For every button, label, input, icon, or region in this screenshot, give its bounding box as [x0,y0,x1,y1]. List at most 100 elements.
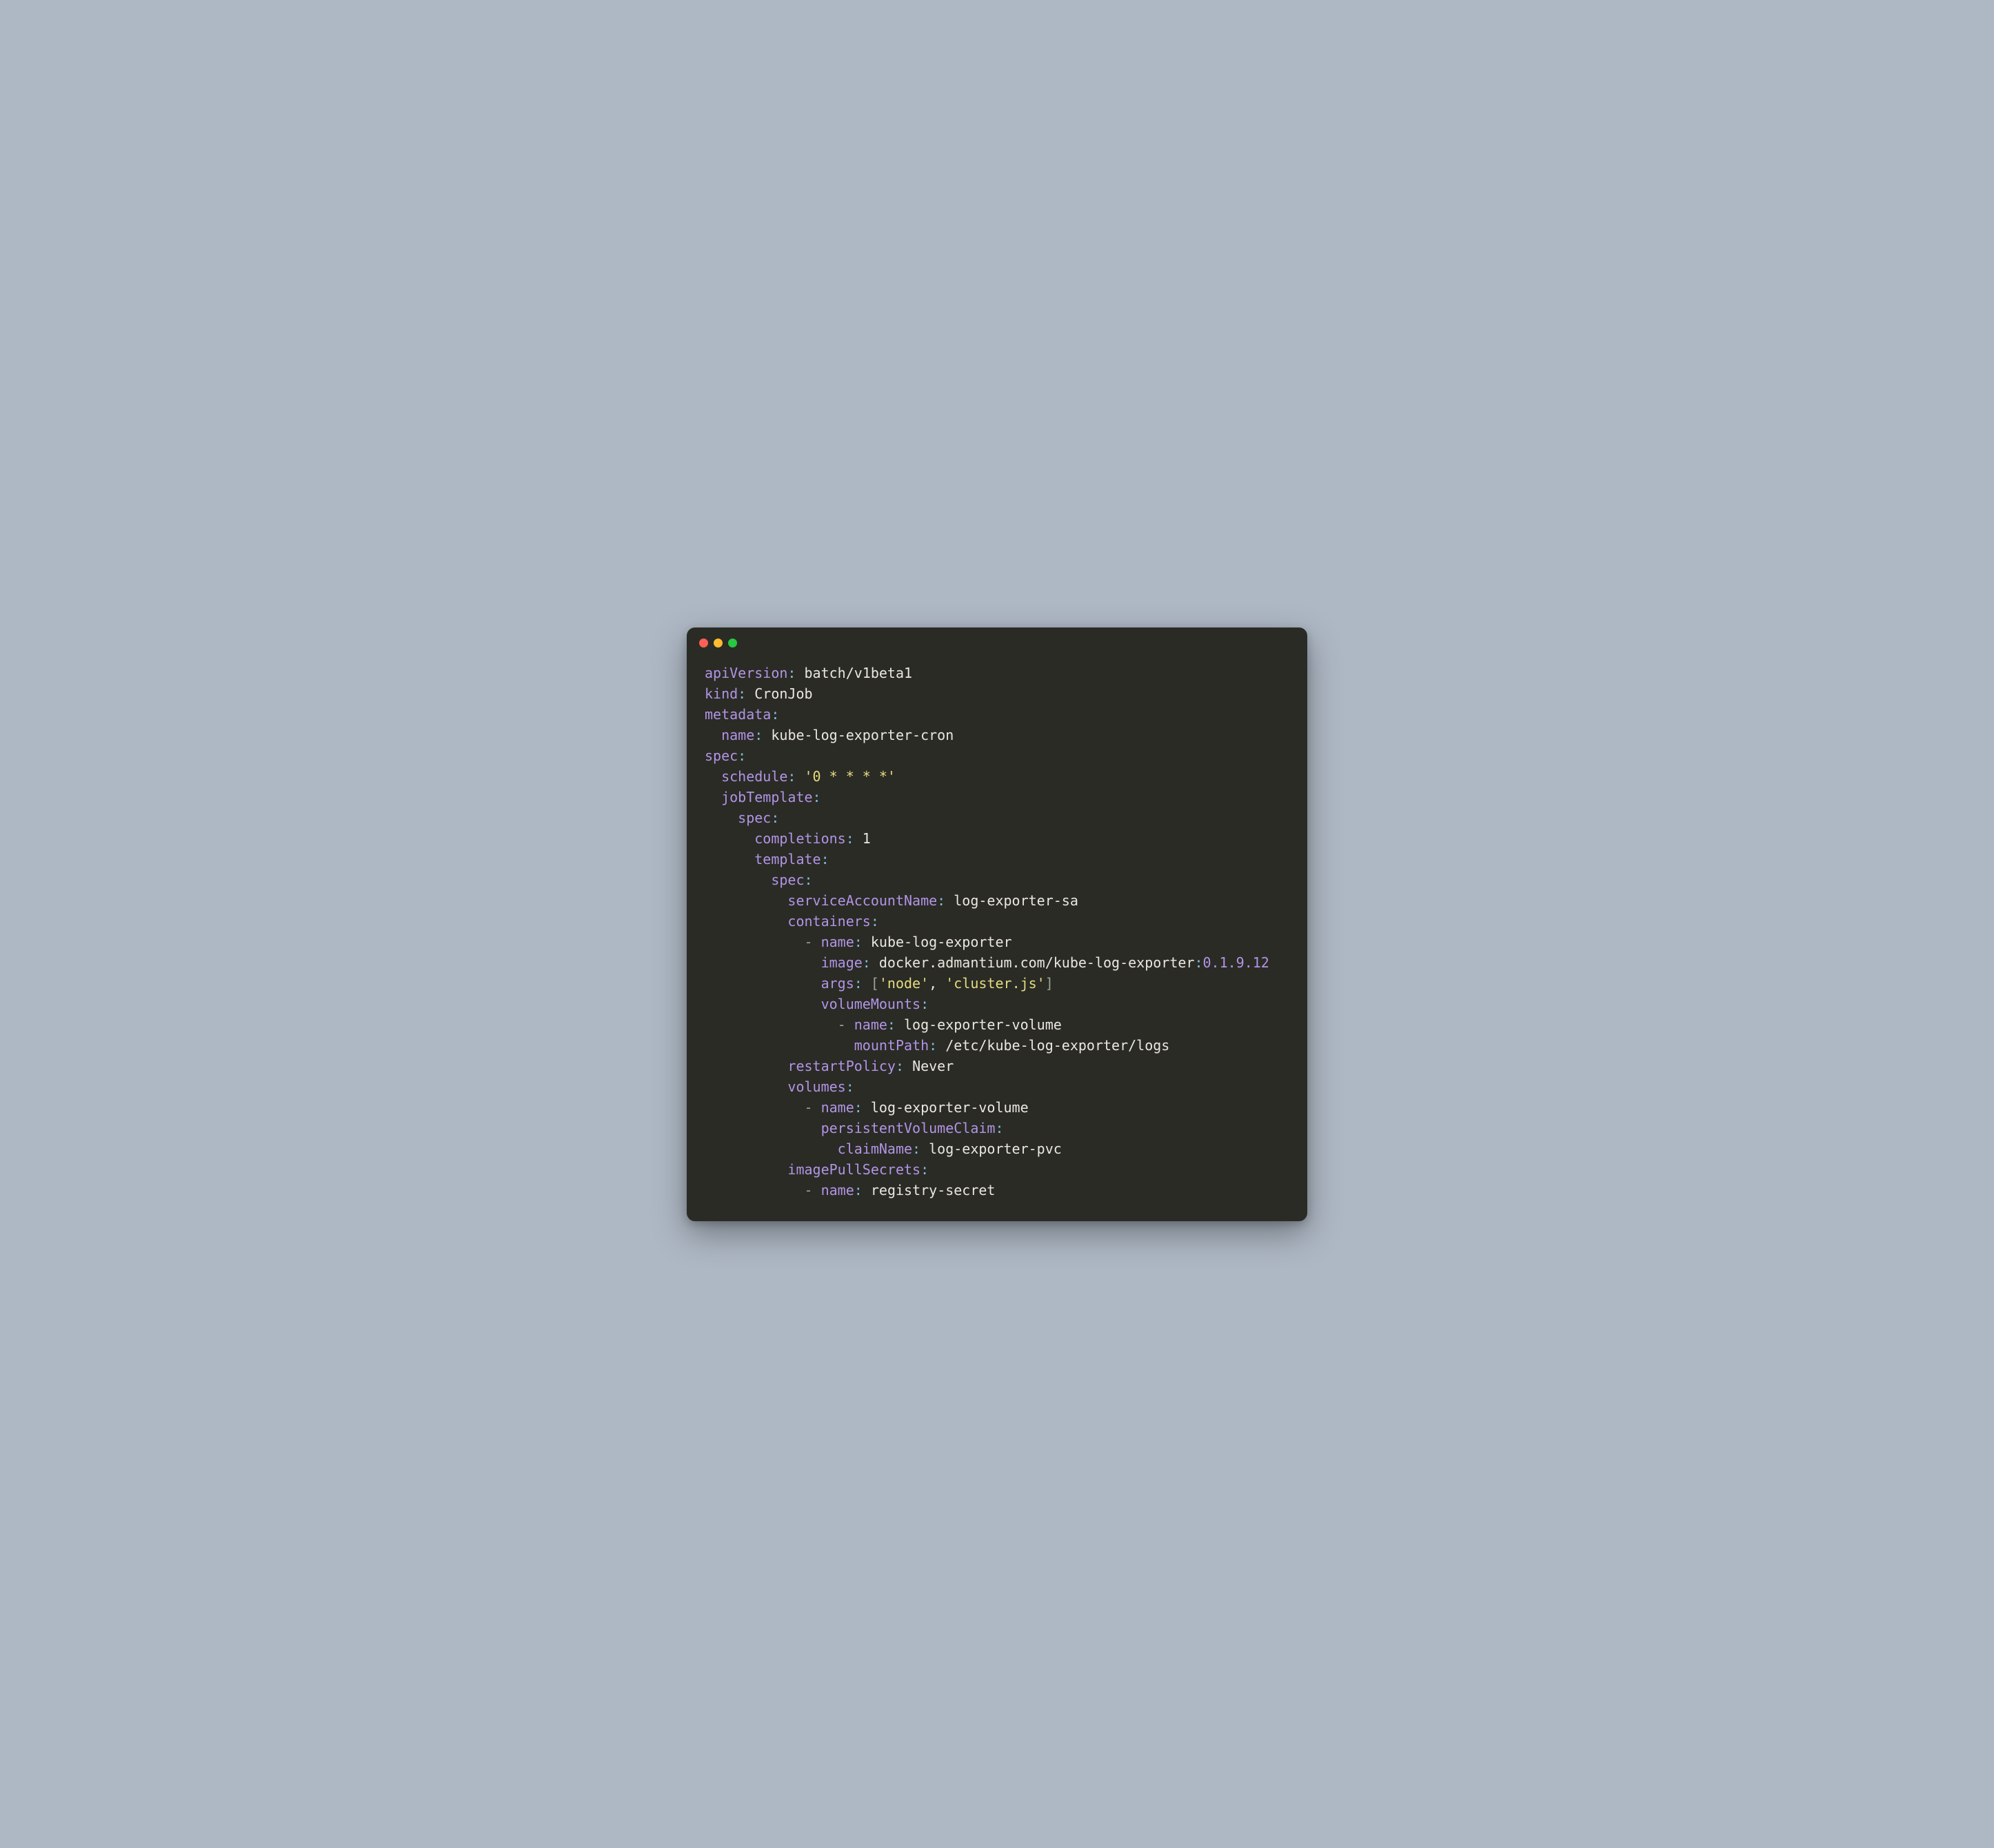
colon: : [871,913,879,930]
yaml-line: kind: CronJob [705,685,813,702]
colon: : [738,685,746,702]
yaml-line: persistentVolumeClaim: [705,1120,1004,1136]
bracket: [ [871,975,879,992]
yaml-value: docker.admantium.com/kube-log-exporter [879,954,1195,971]
yaml-value: log-exporter-pvc [929,1141,1062,1157]
dash: - [838,1016,846,1033]
yaml-key: name [854,1016,887,1033]
yaml-line: serviceAccountName: log-exporter-sa [705,892,1078,909]
colon: : [805,872,813,888]
yaml-line: schedule: '0 * * * *' [705,768,896,785]
yaml-value: log-exporter-sa [954,892,1078,909]
colon: : [920,1161,929,1178]
yaml-key: args [821,975,854,992]
yaml-line: spec: [705,747,746,764]
bracket: ] [1045,975,1054,992]
colon: : [912,1141,920,1157]
minimize-icon[interactable] [714,639,723,647]
yaml-key: name [821,934,854,950]
yaml-line: metadata: [705,706,779,723]
colon: : [854,1099,863,1116]
yaml-line: template: [705,851,829,867]
colon: : [738,747,746,764]
colon: : [929,1037,937,1054]
yaml-line: image: docker.admantium.com/kube-log-exp… [705,954,1269,971]
colon: : [787,768,796,785]
yaml-key: imagePullSecrets [787,1161,920,1178]
colon: : [1194,954,1202,971]
yaml-line: args: ['node', 'cluster.js'] [705,975,1054,992]
yaml-key: claimName [838,1141,912,1157]
yaml-key: spec [738,810,771,826]
yaml-line: name: kube-log-exporter-cron [705,727,954,743]
yaml-line: - name: registry-secret [705,1182,995,1198]
yaml-key: volumeMounts [821,996,921,1012]
yaml-key: apiVersion [705,665,787,681]
code-window: apiVersion: batch/v1beta1 kind: CronJob … [687,627,1307,1221]
yaml-line: imagePullSecrets: [705,1161,929,1178]
yaml-key: name [821,1099,854,1116]
colon: : [821,851,829,867]
yaml-line: containers: [705,913,879,930]
yaml-line: volumes: [705,1078,854,1095]
maximize-icon[interactable] [728,639,737,647]
yaml-line: apiVersion: batch/v1beta1 [705,665,912,681]
yaml-value: registry-secret [871,1182,996,1198]
yaml-value: 1 [863,830,871,847]
yaml-key: jobTemplate [721,789,812,805]
yaml-key: template [754,851,820,867]
yaml-key: restartPolicy [787,1058,896,1074]
yaml-value: CronJob [754,685,812,702]
colon: : [754,727,763,743]
colon: : [937,892,945,909]
yaml-value: log-exporter-volume [904,1016,1062,1033]
yaml-key: completions [754,830,845,847]
yaml-value: log-exporter-volume [871,1099,1029,1116]
yaml-key: containers [787,913,870,930]
yaml-key: name [821,1182,854,1198]
close-icon[interactable] [699,639,708,647]
colon: : [771,810,779,826]
colon: : [787,665,796,681]
yaml-value: Never [912,1058,954,1074]
colon: : [854,1182,863,1198]
colon: : [920,996,929,1012]
yaml-key: serviceAccountName [787,892,937,909]
colon: : [887,1016,896,1033]
colon: : [995,1120,1003,1136]
yaml-line: restartPolicy: Never [705,1058,954,1074]
yaml-key: image [821,954,863,971]
comma: , [929,975,937,992]
yaml-key: schedule [721,768,787,785]
colon: : [896,1058,904,1074]
yaml-key: metadata [705,706,771,723]
dash: - [805,934,813,950]
yaml-key: name [721,727,754,743]
yaml-value: 0.1.9.12 [1203,954,1269,971]
yaml-line: - name: log-exporter-volume [705,1099,1029,1116]
colon: : [863,954,871,971]
yaml-key: spec [771,872,804,888]
yaml-value: 'node' [879,975,929,992]
yaml-line: spec: [705,810,779,826]
yaml-value: '0 * * * *' [805,768,896,785]
colon: : [854,934,863,950]
colon: : [846,830,854,847]
yaml-line: - name: kube-log-exporter [705,934,1012,950]
yaml-key: kind [705,685,738,702]
yaml-value: batch/v1beta1 [805,665,913,681]
yaml-value: kube-log-exporter [871,934,1012,950]
yaml-value: kube-log-exporter-cron [771,727,954,743]
yaml-line: volumeMounts: [705,996,929,1012]
yaml-line: claimName: log-exporter-pvc [705,1141,1062,1157]
colon: : [846,1078,854,1095]
dash: - [805,1182,813,1198]
code-block: apiVersion: batch/v1beta1 kind: CronJob … [687,653,1307,1221]
yaml-key: persistentVolumeClaim [821,1120,996,1136]
dash: - [805,1099,813,1116]
colon: : [854,975,863,992]
yaml-line: spec: [705,872,813,888]
yaml-line: completions: 1 [705,830,871,847]
yaml-line: jobTemplate: [705,789,821,805]
window-titlebar [687,627,1307,653]
